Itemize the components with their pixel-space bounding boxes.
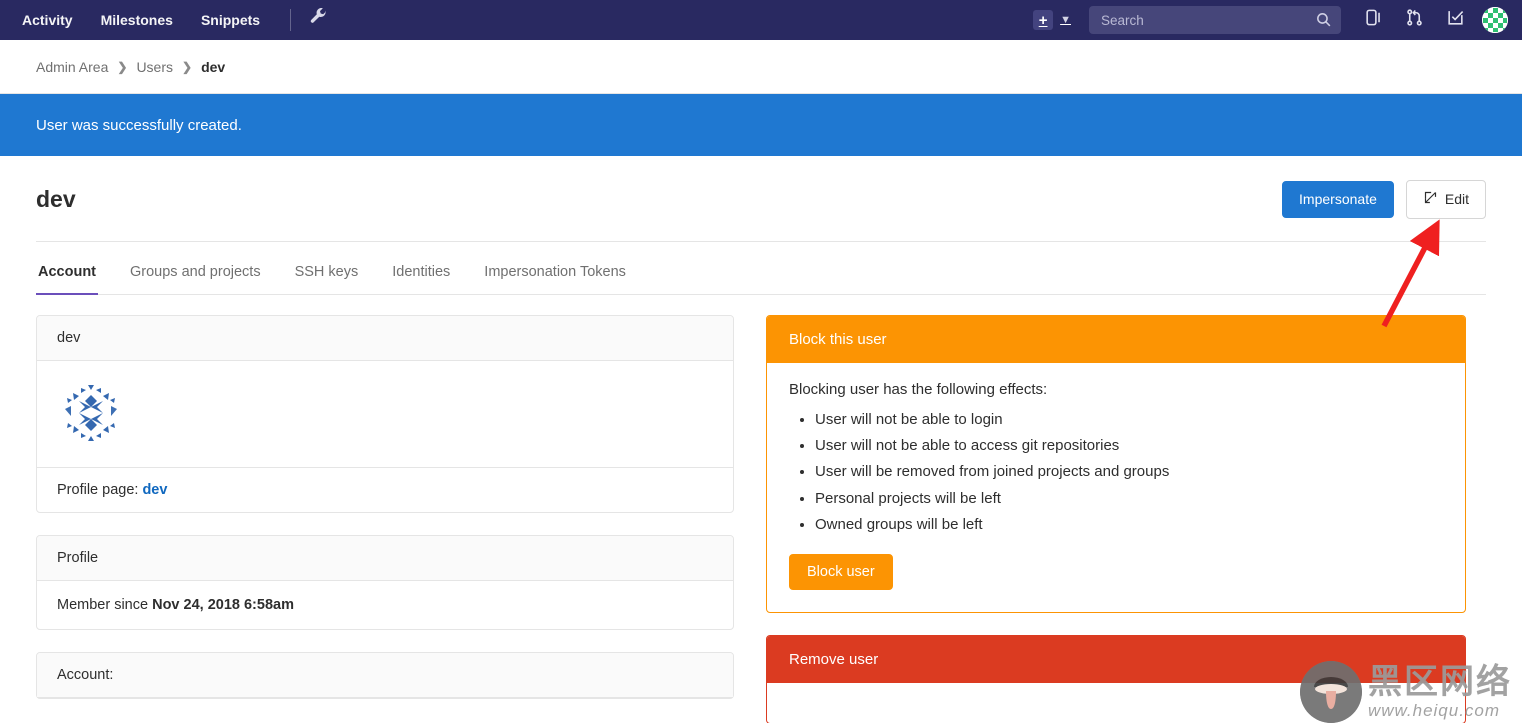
list-item: Owned groups will be left xyxy=(815,513,1443,536)
block-user-panel-title: Block this user xyxy=(767,316,1465,363)
member-since-row: Member since Nov 24, 2018 6:58am xyxy=(37,581,733,629)
todos-icon-button[interactable] xyxy=(1435,0,1476,40)
block-user-intro: Blocking user has the following effects: xyxy=(789,381,1443,398)
plus-icon: + xyxy=(1033,10,1053,30)
merge-requests-icon-button[interactable] xyxy=(1394,0,1435,40)
flash-notice: User was successfully created. xyxy=(0,94,1522,156)
remove-user-panel: Remove user xyxy=(766,635,1466,723)
block-user-button[interactable]: Block user xyxy=(789,554,893,590)
flash-message: User was successfully created. xyxy=(36,117,242,134)
issues-icon-button[interactable] xyxy=(1353,0,1394,40)
breadcrumb-separator-icon: ❯ xyxy=(182,60,192,74)
search-input[interactable] xyxy=(1099,12,1331,29)
identicon-graphic xyxy=(57,379,125,447)
list-item: User will not be able to login xyxy=(815,408,1443,431)
block-user-panel-body: Blocking user has the following effects:… xyxy=(767,363,1465,612)
remove-user-panel-body xyxy=(767,683,1465,723)
page-actions: Impersonate Edit xyxy=(1282,180,1486,219)
navbar-left-links: Activity Milestones Snippets xyxy=(8,0,334,40)
nav-link-snippets[interactable]: Snippets xyxy=(187,0,274,40)
nav-link-activity[interactable]: Activity xyxy=(8,0,87,40)
list-item: User will be removed from joined project… xyxy=(815,460,1443,483)
profile-page-label: Profile page: xyxy=(57,482,138,498)
page-root: Activity Milestones Snippets + ▼ xyxy=(0,0,1522,723)
tab-account[interactable]: Account xyxy=(36,264,108,294)
merge-requests-icon xyxy=(1405,8,1424,32)
edit-button-label: Edit xyxy=(1445,191,1469,208)
profile-page-link[interactable]: dev xyxy=(142,482,167,498)
block-user-panel: Block this user Blocking user has the fo… xyxy=(766,315,1466,613)
edit-button[interactable]: Edit xyxy=(1406,180,1486,219)
todos-icon xyxy=(1446,8,1465,32)
breadcrumb-item-users[interactable]: Users xyxy=(136,59,173,75)
new-dropdown-button[interactable]: + ▼ xyxy=(1029,10,1075,30)
account-card: Account: xyxy=(36,652,734,699)
user-summary-card: dev xyxy=(36,315,734,513)
profile-card: Profile Member since Nov 24, 2018 6:58am xyxy=(36,535,734,630)
search-icon xyxy=(1315,11,1332,33)
tab-groups-and-projects[interactable]: Groups and projects xyxy=(118,264,273,294)
top-navbar: Activity Milestones Snippets + ▼ xyxy=(0,0,1522,40)
user-identicon xyxy=(57,379,125,447)
breadcrumb: Admin Area ❯ Users ❯ dev xyxy=(0,40,1522,94)
avatar-identicon xyxy=(1482,7,1508,33)
user-summary-card-header: dev xyxy=(37,316,733,361)
left-column: dev xyxy=(36,315,734,723)
tab-ssh-keys[interactable]: SSH keys xyxy=(283,264,371,294)
block-user-effects-list: User will not be able to login User will… xyxy=(789,408,1443,536)
breadcrumb-current: dev xyxy=(201,59,225,75)
avatar[interactable] xyxy=(1482,7,1508,33)
breadcrumb-separator-icon: ❯ xyxy=(117,60,127,74)
remove-user-panel-title: Remove user xyxy=(767,636,1465,683)
search-box[interactable] xyxy=(1089,6,1341,34)
wrench-icon xyxy=(309,8,328,32)
page-header: dev Impersonate Edit xyxy=(36,156,1486,242)
profile-page-row: Profile page: dev xyxy=(37,467,733,512)
nav-link-milestones[interactable]: Milestones xyxy=(87,0,187,40)
user-tabs: Account Groups and projects SSH keys Ide… xyxy=(36,242,1486,295)
issues-icon xyxy=(1364,8,1383,32)
member-since-label: Member since xyxy=(57,597,148,613)
content-area: dev xyxy=(0,295,1522,723)
account-card-header: Account: xyxy=(37,653,733,698)
tab-identities[interactable]: Identities xyxy=(380,264,462,294)
list-item: User will not be able to access git repo… xyxy=(815,434,1443,457)
breadcrumb-item-admin-area[interactable]: Admin Area xyxy=(36,59,108,75)
navbar-divider xyxy=(290,9,291,31)
admin-area-button[interactable] xyxy=(303,8,334,32)
list-item: Personal projects will be left xyxy=(815,487,1443,510)
pencil-square-icon xyxy=(1423,190,1438,209)
user-avatar-row xyxy=(37,361,733,467)
right-column: Block this user Blocking user has the fo… xyxy=(766,315,1466,723)
profile-card-header: Profile xyxy=(37,536,733,581)
member-since-value: Nov 24, 2018 6:58am xyxy=(152,597,294,613)
impersonate-button[interactable]: Impersonate xyxy=(1282,181,1394,218)
navbar-right-area: + ▼ xyxy=(1029,0,1508,40)
tab-impersonation-tokens[interactable]: Impersonation Tokens xyxy=(472,264,638,294)
chevron-down-icon: ▼ xyxy=(1060,14,1071,26)
page-title: dev xyxy=(36,186,76,213)
